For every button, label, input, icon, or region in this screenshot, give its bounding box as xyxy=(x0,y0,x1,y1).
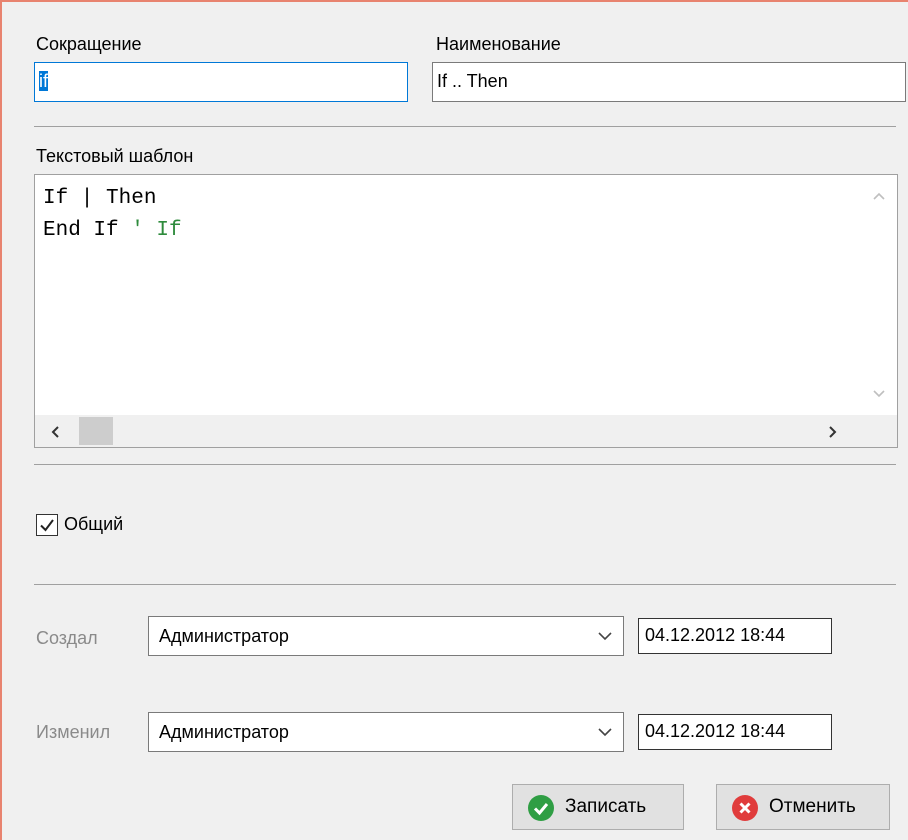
divider xyxy=(34,584,896,585)
template-code[interactable]: If | Then End If ' If xyxy=(43,183,182,247)
cancel-button[interactable]: Отменить xyxy=(716,784,890,830)
scroll-up-icon[interactable] xyxy=(871,187,887,210)
scroll-right-icon[interactable] xyxy=(825,423,841,446)
modified-by-label: Изменил xyxy=(36,722,111,742)
modified-at-field[interactable]: 04.12.2012 18:44 xyxy=(638,714,832,750)
check-circle-icon xyxy=(527,794,555,822)
common-checkbox[interactable] xyxy=(36,514,58,536)
scroll-down-icon[interactable] xyxy=(871,385,887,408)
code-comment: ' If xyxy=(131,219,182,242)
divider xyxy=(34,126,896,127)
modified-by-select[interactable]: Администратор xyxy=(148,712,624,752)
abbreviation-label: Сокращение xyxy=(36,34,142,54)
created-at-field[interactable]: 04.12.2012 18:44 xyxy=(638,618,832,654)
template-editor[interactable]: If | Then End If ' If xyxy=(34,174,898,448)
created-by-label: Создал xyxy=(36,628,98,648)
save-button[interactable]: Записать xyxy=(512,784,684,830)
save-button-label: Записать xyxy=(565,796,647,817)
created-by-value: Администратор xyxy=(159,626,289,646)
scroll-thumb[interactable] xyxy=(79,417,113,445)
chevron-down-icon[interactable] xyxy=(597,617,613,670)
x-circle-icon xyxy=(731,794,759,822)
checkmark-icon xyxy=(40,519,54,532)
code-template-dialog: Сокращение if Наименование If .. Then Те… xyxy=(0,0,908,840)
vertical-scrollbar[interactable] xyxy=(861,175,897,417)
modified-by-value: Администратор xyxy=(159,722,289,742)
cancel-button-label: Отменить xyxy=(769,796,856,817)
scroll-left-icon[interactable] xyxy=(47,423,63,446)
horizontal-scrollbar[interactable] xyxy=(35,415,897,447)
common-label[interactable]: Общий xyxy=(64,514,123,535)
abbreviation-value: if xyxy=(39,71,48,91)
divider xyxy=(34,464,896,465)
name-label: Наименование xyxy=(436,34,561,54)
chevron-down-icon[interactable] xyxy=(597,713,613,766)
code-line-3: End If ' If xyxy=(43,215,182,247)
code-line-1: If | Then xyxy=(43,187,157,210)
template-label: Текстовый шаблон xyxy=(36,146,194,166)
code-keyword: End If xyxy=(43,219,132,242)
abbreviation-input[interactable]: if xyxy=(34,62,408,102)
name-input[interactable]: If .. Then xyxy=(432,62,906,102)
created-by-select[interactable]: Администратор xyxy=(148,616,624,656)
